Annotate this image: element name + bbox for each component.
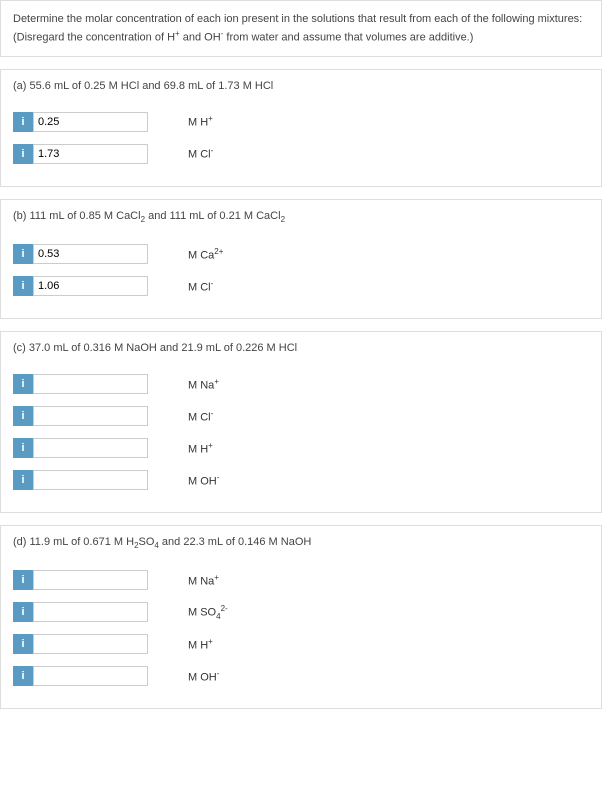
- info-icon[interactable]: i: [13, 570, 33, 590]
- input-row: i M Na+: [13, 570, 589, 590]
- ion-label: M OH-: [188, 473, 219, 488]
- intro-section: Determine the molar concentration of eac…: [0, 0, 602, 57]
- answer-input-c4[interactable]: [33, 470, 148, 490]
- intro-text: Determine the molar concentration of eac…: [13, 11, 589, 46]
- answer-input-d4[interactable]: [33, 666, 148, 686]
- ion-label: M Cl-: [188, 146, 213, 161]
- intro-line2-post: from water and assume that volumes are a…: [223, 31, 473, 43]
- answer-input-c3[interactable]: [33, 438, 148, 458]
- part-a: (a) 55.6 mL of 0.25 M HCl and 69.8 mL of…: [0, 69, 602, 187]
- info-icon[interactable]: i: [13, 406, 33, 426]
- info-icon[interactable]: i: [13, 602, 33, 622]
- input-row: i M Cl-: [13, 144, 589, 164]
- ion-label: M OH-: [188, 669, 219, 684]
- answer-input-d1[interactable]: [33, 570, 148, 590]
- ion-label: M Na+: [188, 377, 219, 392]
- answer-input-a1[interactable]: [33, 112, 148, 132]
- ion-label: M Na+: [188, 573, 219, 588]
- part-c: (c) 37.0 mL of 0.316 M NaOH and 21.9 mL …: [0, 331, 602, 513]
- part-d-header: (d) 11.9 mL of 0.671 M H2SO4 and 22.3 mL…: [13, 536, 589, 550]
- info-icon[interactable]: i: [13, 112, 33, 132]
- info-icon[interactable]: i: [13, 666, 33, 686]
- ion-label: M H+: [188, 114, 213, 129]
- info-icon[interactable]: i: [13, 144, 33, 164]
- input-row: i M Cl-: [13, 276, 589, 296]
- input-row: i M Cl-: [13, 406, 589, 426]
- answer-input-c2[interactable]: [33, 406, 148, 426]
- ion-label: M Cl-: [188, 279, 213, 294]
- spacer: [0, 57, 602, 69]
- info-icon[interactable]: i: [13, 374, 33, 394]
- spacer: [0, 319, 602, 331]
- input-row: i M Na+: [13, 374, 589, 394]
- intro-line1: Determine the molar concentration of eac…: [13, 13, 582, 25]
- intro-line2-mid: and OH: [180, 31, 221, 43]
- info-icon[interactable]: i: [13, 634, 33, 654]
- answer-input-a2[interactable]: [33, 144, 148, 164]
- answer-input-c1[interactable]: [33, 374, 148, 394]
- part-d: (d) 11.9 mL of 0.671 M H2SO4 and 22.3 mL…: [0, 525, 602, 709]
- ion-label: M Cl-: [188, 409, 213, 424]
- part-a-header: (a) 55.6 mL of 0.25 M HCl and 69.8 mL of…: [13, 80, 589, 92]
- ion-label: M Ca2+: [188, 247, 223, 262]
- intro-line2-pre: (Disregard the concentration of H: [13, 31, 175, 43]
- ion-label: M H+: [188, 637, 213, 652]
- answer-input-d3[interactable]: [33, 634, 148, 654]
- input-row: i M OH-: [13, 666, 589, 686]
- info-icon[interactable]: i: [13, 276, 33, 296]
- input-row: i M OH-: [13, 470, 589, 490]
- info-icon[interactable]: i: [13, 438, 33, 458]
- ion-label: M H+: [188, 441, 213, 456]
- part-b-header: (b) 111 mL of 0.85 M CaCl2 and 111 mL of…: [13, 210, 589, 224]
- answer-input-b1[interactable]: [33, 244, 148, 264]
- input-row: i M H+: [13, 112, 589, 132]
- spacer: [0, 513, 602, 525]
- ion-label: M SO42-: [188, 604, 228, 621]
- answer-input-b2[interactable]: [33, 276, 148, 296]
- input-row: i M H+: [13, 634, 589, 654]
- info-icon[interactable]: i: [13, 470, 33, 490]
- answer-input-d2[interactable]: [33, 602, 148, 622]
- part-b: (b) 111 mL of 0.85 M CaCl2 and 111 mL of…: [0, 199, 602, 319]
- input-row: i M Ca2+: [13, 244, 589, 264]
- part-c-header: (c) 37.0 mL of 0.316 M NaOH and 21.9 mL …: [13, 342, 589, 354]
- input-row: i M H+: [13, 438, 589, 458]
- spacer: [0, 187, 602, 199]
- info-icon[interactable]: i: [13, 244, 33, 264]
- input-row: i M SO42-: [13, 602, 589, 622]
